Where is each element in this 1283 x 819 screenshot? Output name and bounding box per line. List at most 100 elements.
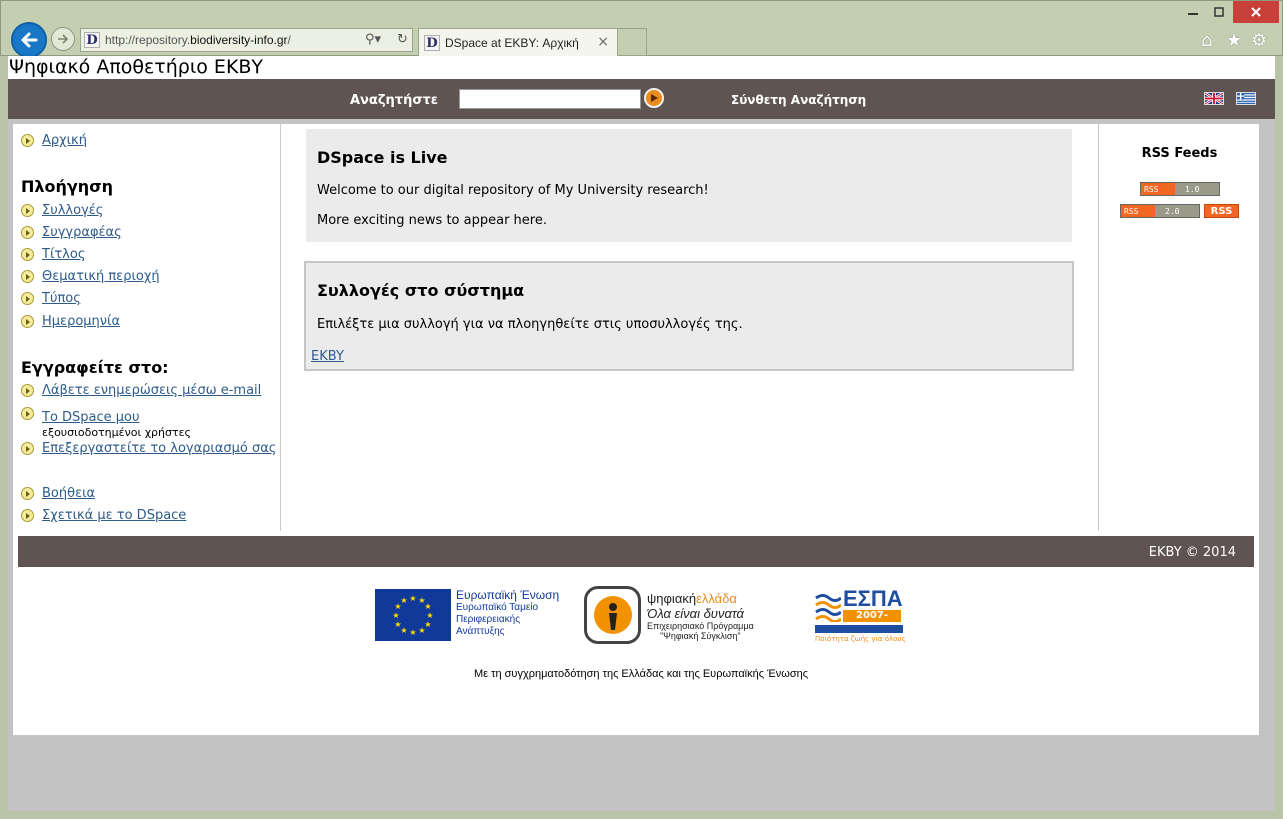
my-dspace-note: εξουσιοδοτημένοι χρήστες <box>42 426 191 439</box>
maximize-icon <box>1214 7 1224 17</box>
rss-badge-label: RSS <box>1141 183 1175 195</box>
greek-flag-icon[interactable] <box>1236 92 1256 105</box>
svg-text:★: ★ <box>426 611 433 620</box>
bullet-arrow-icon <box>21 248 34 261</box>
browse-title-link[interactable]: Τίτλος <box>42 247 85 262</box>
collection-link-ekby[interactable]: EKBY <box>311 349 344 364</box>
sidebar-item-type[interactable]: Τύπος <box>21 291 81 306</box>
play-arrow-icon <box>651 94 658 102</box>
edit-profile-link[interactable]: Επεξεργαστείτε το λογαριασμό σας <box>42 441 276 456</box>
browse-collections-link[interactable]: Συλλογές <box>42 203 103 218</box>
search-go-button[interactable] <box>644 88 664 108</box>
espa-strip <box>815 625 903 633</box>
espa-word: ΕΣΠΑ <box>843 586 903 611</box>
home-icon[interactable]: ⌂ <box>1201 30 1212 51</box>
rss-2-0-feed-button[interactable]: RSS 2.0 <box>1120 204 1200 218</box>
eu-flag-icon: ★ ★★ ★★★ ★★★ ★★★ <box>375 589 451 641</box>
about-link[interactable]: Σχετικά με το DSpace <box>42 508 186 523</box>
sidebar-item-about[interactable]: Σχετικά με το DSpace <box>21 508 186 523</box>
collections-box: Συλλογές στο σύστημα Επιλέξτε μια συλλογ… <box>304 261 1074 371</box>
search-input[interactable] <box>459 89 641 109</box>
page-viewport: Ψηφιακό Αποθετήριο ΕΚΒΥ Αναζητήστε Σύνθε… <box>8 56 1275 811</box>
rss-version: 2.0 <box>1155 205 1199 217</box>
refresh-icon[interactable]: ↻ <box>397 32 408 47</box>
svg-text:★: ★ <box>424 602 431 611</box>
forward-button[interactable] <box>51 27 75 51</box>
favorites-star-icon[interactable]: ★ <box>1226 30 1242 51</box>
espa-logo: ΕΣΠΑ 2007-2013 Ποιότητα ζωής για όλους <box>815 586 906 643</box>
bullet-arrow-icon <box>21 407 34 420</box>
search-label: Αναζητήστε <box>350 93 438 108</box>
svg-text:★: ★ <box>392 611 399 620</box>
news-title: DSpace is Live <box>317 148 448 167</box>
email-alerts-link[interactable]: Λάβετε ενημερώσεις μέσω e-mail <box>42 383 261 398</box>
tab-active[interactable]: D DSpace at EKBY: Αρχική × <box>418 28 618 56</box>
back-button[interactable] <box>11 22 47 58</box>
sidebar-item-author[interactable]: Συγγραφέας <box>21 225 122 240</box>
rss-1-0-feed-button[interactable]: RSS 1.0 <box>1140 182 1220 196</box>
eu-line: Ανάπτυξης <box>456 626 505 637</box>
news-line: More exciting news to appear here. <box>317 213 547 228</box>
window-close-button[interactable] <box>1233 1 1279 23</box>
home-link[interactable]: Αρχική <box>42 133 87 148</box>
digital-greece-text: ψηφιακήελλάδα Όλα είναι δυνατά Επιχειρησ… <box>647 591 754 641</box>
sidebar-item-title[interactable]: Τίτλος <box>21 247 85 262</box>
sidebar-item-collections[interactable]: Συλλογές <box>21 203 103 218</box>
svg-text:★: ★ <box>400 596 407 605</box>
search-dropdown-icon[interactable]: ⚲▾ <box>365 32 381 47</box>
address-bar[interactable]: D http://repository.biodiversity-info.gr… <box>80 28 413 52</box>
site-title: Ψηφιακό Αποθετήριο ΕΚΒΥ <box>8 56 1275 79</box>
url-text[interactable]: http://repository.biodiversity-info.gr/ <box>105 33 291 47</box>
svg-text:★: ★ <box>418 626 425 635</box>
footer-bar: EKBY © 2014 <box>18 536 1254 567</box>
espa-waves-icon <box>815 594 841 622</box>
bullet-arrow-icon <box>21 226 34 239</box>
sidebar-item-email-alerts[interactable]: Λάβετε ενημερώσεις μέσω e-mail <box>21 383 261 398</box>
bullet-arrow-icon <box>21 315 34 328</box>
bullet-arrow-icon <box>21 134 34 147</box>
browse-type-link[interactable]: Τύπος <box>42 291 81 306</box>
minimize-icon <box>1188 13 1198 15</box>
my-dspace-link[interactable]: Το DSpace μου <box>42 410 140 425</box>
sidebar-item-subject[interactable]: Θεματική περιοχή <box>21 269 160 284</box>
copyright-text: EKBY © 2014 <box>1148 545 1236 560</box>
bullet-arrow-icon <box>21 509 34 522</box>
cofunding-text: Με τη συγχρηματοδότηση της Ελλάδας και τ… <box>474 668 809 680</box>
sidebar-item-date[interactable]: Ημερομηνία <box>21 314 120 329</box>
sidebar-item-edit-profile[interactable]: Επεξεργαστείτε το λογαριασμό σας <box>21 441 276 456</box>
bullet-arrow-icon <box>21 487 34 500</box>
advanced-search-link[interactable]: Σύνθετη Αναζήτηση <box>731 93 866 107</box>
dspace-favicon-icon: D <box>424 35 440 51</box>
collections-title: Συλλογές στο σύστημα <box>317 281 525 300</box>
rss-version: 1.0 <box>1175 183 1219 195</box>
subscribe-heading: Εγγραφείτε στο: <box>21 358 169 377</box>
browse-subject-link[interactable]: Θεματική περιοχή <box>42 269 160 284</box>
tab-close-icon[interactable]: × <box>597 34 609 50</box>
new-tab-button[interactable] <box>618 28 647 56</box>
browse-date-link[interactable]: Ημερομηνία <box>42 314 120 329</box>
browser-chrome: D http://repository.biodiversity-info.gr… <box>0 0 1283 58</box>
settings-gear-icon[interactable]: ⚙ <box>1251 30 1267 51</box>
tab-title: DSpace at EKBY: Αρχική <box>445 36 579 50</box>
help-link[interactable]: Βοήθεια <box>42 486 95 501</box>
maximize-button[interactable] <box>1207 1 1231 23</box>
digital-program: Επιχειρησιακό Πρόγραμμα <box>647 621 754 631</box>
eu-line: Περιφερειακής <box>456 614 521 625</box>
news-box: DSpace is Live Welcome to our digital re… <box>306 129 1072 242</box>
sidebar-item-help[interactable]: Βοήθεια <box>21 486 95 501</box>
minimize-button[interactable] <box>1181 1 1205 23</box>
content-area: Αρχική Πλοήγηση Συλλογές Συγγραφέας Τίτλ… <box>13 124 1259 735</box>
digital-slogan: Όλα είναι δυνατά <box>647 606 744 621</box>
main-content: DSpace is Live Welcome to our digital re… <box>281 124 1098 531</box>
sidebar-item-home[interactable]: Αρχική <box>21 133 87 148</box>
uk-flag-icon[interactable] <box>1204 92 1224 105</box>
greece-word: ελλάδα <box>696 591 737 606</box>
rss-feed-icon[interactable]: RSS <box>1204 204 1239 218</box>
digital-program: "Ψηφιακή Σύγκλιση" <box>660 631 741 641</box>
sidebar-item-my-dspace[interactable]: Το DSpace μου εξουσιοδοτημένοι χρήστες <box>21 406 191 439</box>
espa-years: 2007-2013 <box>843 610 901 633</box>
espa-tagline: Ποιότητα ζωής για όλους <box>815 635 906 643</box>
browse-author-link[interactable]: Συγγραφέας <box>42 225 122 240</box>
svg-text:★: ★ <box>409 594 416 603</box>
arrow-left-icon <box>21 32 38 48</box>
